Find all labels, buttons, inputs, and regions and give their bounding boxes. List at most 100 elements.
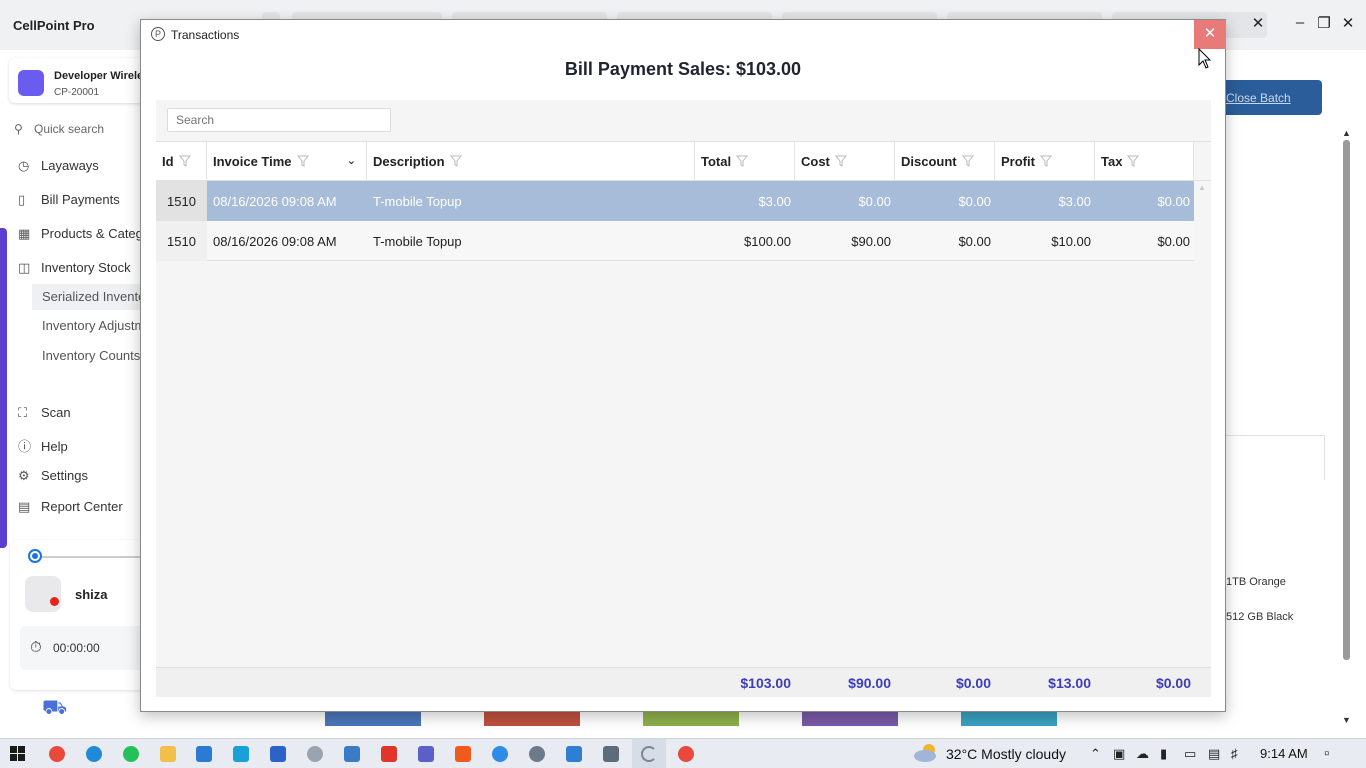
column-header-total[interactable]: Total xyxy=(695,142,795,181)
column-header-id[interactable]: Id xyxy=(156,142,207,181)
notepad-icon[interactable] xyxy=(566,746,582,762)
column-header-discount[interactable]: Discount xyxy=(895,142,995,181)
cell-profit: $10.00 xyxy=(1051,234,1091,249)
avatar[interactable] xyxy=(25,576,61,612)
sidebar-item-scan[interactable]: ⛶ Scan xyxy=(18,405,71,421)
scroll-down-icon[interactable]: ▼ xyxy=(1342,715,1351,725)
column-header-tax[interactable]: Tax xyxy=(1095,142,1194,181)
sidebar-subitem-serialized[interactable]: Serialized Invento xyxy=(32,284,145,310)
status-dot xyxy=(50,597,59,606)
sidebar-item-label: Bill Payments xyxy=(41,192,120,207)
color-tile[interactable] xyxy=(961,712,1057,726)
quick-search[interactable]: ⚲ Quick search xyxy=(14,122,104,136)
battery-icon[interactable]: ▭ xyxy=(1184,746,1196,762)
calculator-icon[interactable] xyxy=(603,746,619,762)
sidebar-item-help[interactable]: ⓘ Help xyxy=(18,436,68,455)
volume-icon[interactable]: ♯ xyxy=(1231,746,1238,761)
column-header-cost[interactable]: Cost xyxy=(795,142,895,181)
search-input[interactable] xyxy=(167,108,391,132)
sidebar-subitem-counts[interactable]: Inventory Counts xyxy=(42,348,140,363)
close-window-icon[interactable]: ✕ xyxy=(1338,14,1358,32)
whatsapp-icon[interactable] xyxy=(123,746,139,762)
network-icon[interactable]: ▤ xyxy=(1208,746,1220,762)
anydesk-icon[interactable] xyxy=(381,746,397,762)
color-tile[interactable] xyxy=(643,712,739,726)
table-row[interactable]: 1510 08/16/2026 09:08 AM T-mobile Topup … xyxy=(156,221,1194,261)
filter-icon[interactable] xyxy=(834,155,847,167)
store-icon[interactable] xyxy=(196,746,212,762)
app-r-icon[interactable] xyxy=(270,746,286,762)
teams-icon[interactable] xyxy=(418,746,434,762)
microphone-icon[interactable]: ▮ xyxy=(1160,746,1167,762)
snipping-icon[interactable] xyxy=(233,746,249,762)
meet-icon[interactable]: ▣ xyxy=(1113,746,1125,762)
store-card[interactable]: Developer Wireless CP-20001 xyxy=(9,58,155,103)
minimize-icon[interactable]: – xyxy=(1290,14,1310,31)
product-item[interactable]: 1TB Orange xyxy=(1226,576,1286,588)
color-tile[interactable] xyxy=(484,712,580,726)
truck-icon[interactable]: ⛟ xyxy=(42,697,67,722)
close-tab-icon[interactable]: ✕ xyxy=(1248,14,1268,32)
sidebar-item-label: Help xyxy=(41,439,68,454)
file-explorer-icon[interactable] xyxy=(160,746,176,762)
restore-icon[interactable]: ❐ xyxy=(1314,14,1334,32)
sidebar-item-products[interactable]: ▦ Products & Categ xyxy=(18,226,143,242)
notification-icon[interactable]: ▫ xyxy=(1324,745,1329,762)
sidebar-item-inventory-stock[interactable]: ◫ Inventory Stock xyxy=(18,260,131,276)
loading-icon[interactable] xyxy=(641,746,657,762)
news-icon[interactable] xyxy=(344,746,360,762)
bottom-tiles xyxy=(270,711,1110,738)
chevron-up-icon[interactable]: ⌃ xyxy=(1090,746,1101,762)
sidebar-item-label: Inventory Stock xyxy=(41,260,131,275)
color-tile[interactable] xyxy=(802,712,898,726)
status-slider-track[interactable] xyxy=(35,556,145,558)
discount-sum: $0.00 xyxy=(955,675,991,691)
total-sum: $103.00 xyxy=(740,675,791,691)
close-batch-button[interactable]: Close Batch xyxy=(1218,80,1322,115)
filter-icon[interactable] xyxy=(178,155,191,167)
sidebar-item-layaways[interactable]: ◷ Layaways xyxy=(18,158,99,174)
column-header-profit[interactable]: Profit xyxy=(995,142,1095,181)
onedrive-icon[interactable]: ☁ xyxy=(1136,746,1149,762)
close-dialog-button[interactable]: ✕ xyxy=(1194,20,1226,49)
sidebar-subitem-adjustments[interactable]: Inventory Adjustm xyxy=(42,318,145,333)
grid-scroll-up-icon[interactable]: ▲ xyxy=(1198,183,1206,192)
filter-icon[interactable] xyxy=(1039,155,1052,167)
product-item[interactable]: 512 GB Black xyxy=(1226,611,1293,623)
user-panel: shiza ⏱ 00:00:00 xyxy=(10,540,155,690)
filter-icon[interactable] xyxy=(736,155,749,167)
column-header-invoice-time[interactable]: Invoice Time ⌄ xyxy=(207,142,367,181)
edge-dev-icon[interactable] xyxy=(529,746,545,762)
scan-icon: ⛶ xyxy=(18,405,28,420)
sidebar-item-report-center[interactable]: ▤ Report Center xyxy=(18,499,123,515)
color-tile[interactable] xyxy=(325,712,421,726)
messenger-icon[interactable] xyxy=(492,746,508,762)
clock[interactable]: 9:14 AM xyxy=(1260,746,1308,761)
brave-icon[interactable] xyxy=(455,746,471,762)
chevron-down-icon[interactable]: ⌄ xyxy=(347,154,356,167)
scroll-up-icon[interactable]: ▲ xyxy=(1342,128,1351,138)
column-header-description[interactable]: Description xyxy=(367,142,695,181)
chrome-icon[interactable] xyxy=(49,746,65,762)
table-row[interactable]: 1510 08/16/2026 09:08 AM T-mobile Topup … xyxy=(156,181,1194,221)
chrome-icon[interactable] xyxy=(678,746,694,762)
weather-text[interactable]: 32°C Mostly cloudy xyxy=(946,746,1066,762)
edge-icon[interactable] xyxy=(86,746,102,762)
cell-total: $3.00 xyxy=(758,194,791,209)
sidebar-item-settings[interactable]: ⚙ Settings xyxy=(18,468,88,484)
filter-icon[interactable] xyxy=(449,155,462,167)
sidebar-item-label: Report Center xyxy=(41,499,123,514)
main-scrollbar[interactable] xyxy=(1343,140,1350,660)
filter-icon[interactable] xyxy=(1127,155,1140,167)
paint-icon[interactable] xyxy=(307,746,323,762)
status-slider-knob[interactable] xyxy=(28,549,42,563)
windows-start-icon[interactable] xyxy=(10,746,26,762)
cell-id: 1510 xyxy=(156,221,207,261)
cloud-icon[interactable] xyxy=(913,743,939,763)
cell-invoice-time: 08/16/2026 09:08 AM xyxy=(213,234,337,249)
filter-icon[interactable] xyxy=(296,155,309,167)
search-icon: ⚲ xyxy=(14,122,23,136)
sidebar-item-bill-payments[interactable]: ▯ Bill Payments xyxy=(18,192,120,208)
filter-icon[interactable] xyxy=(961,155,974,167)
column-label: Description xyxy=(373,154,445,169)
